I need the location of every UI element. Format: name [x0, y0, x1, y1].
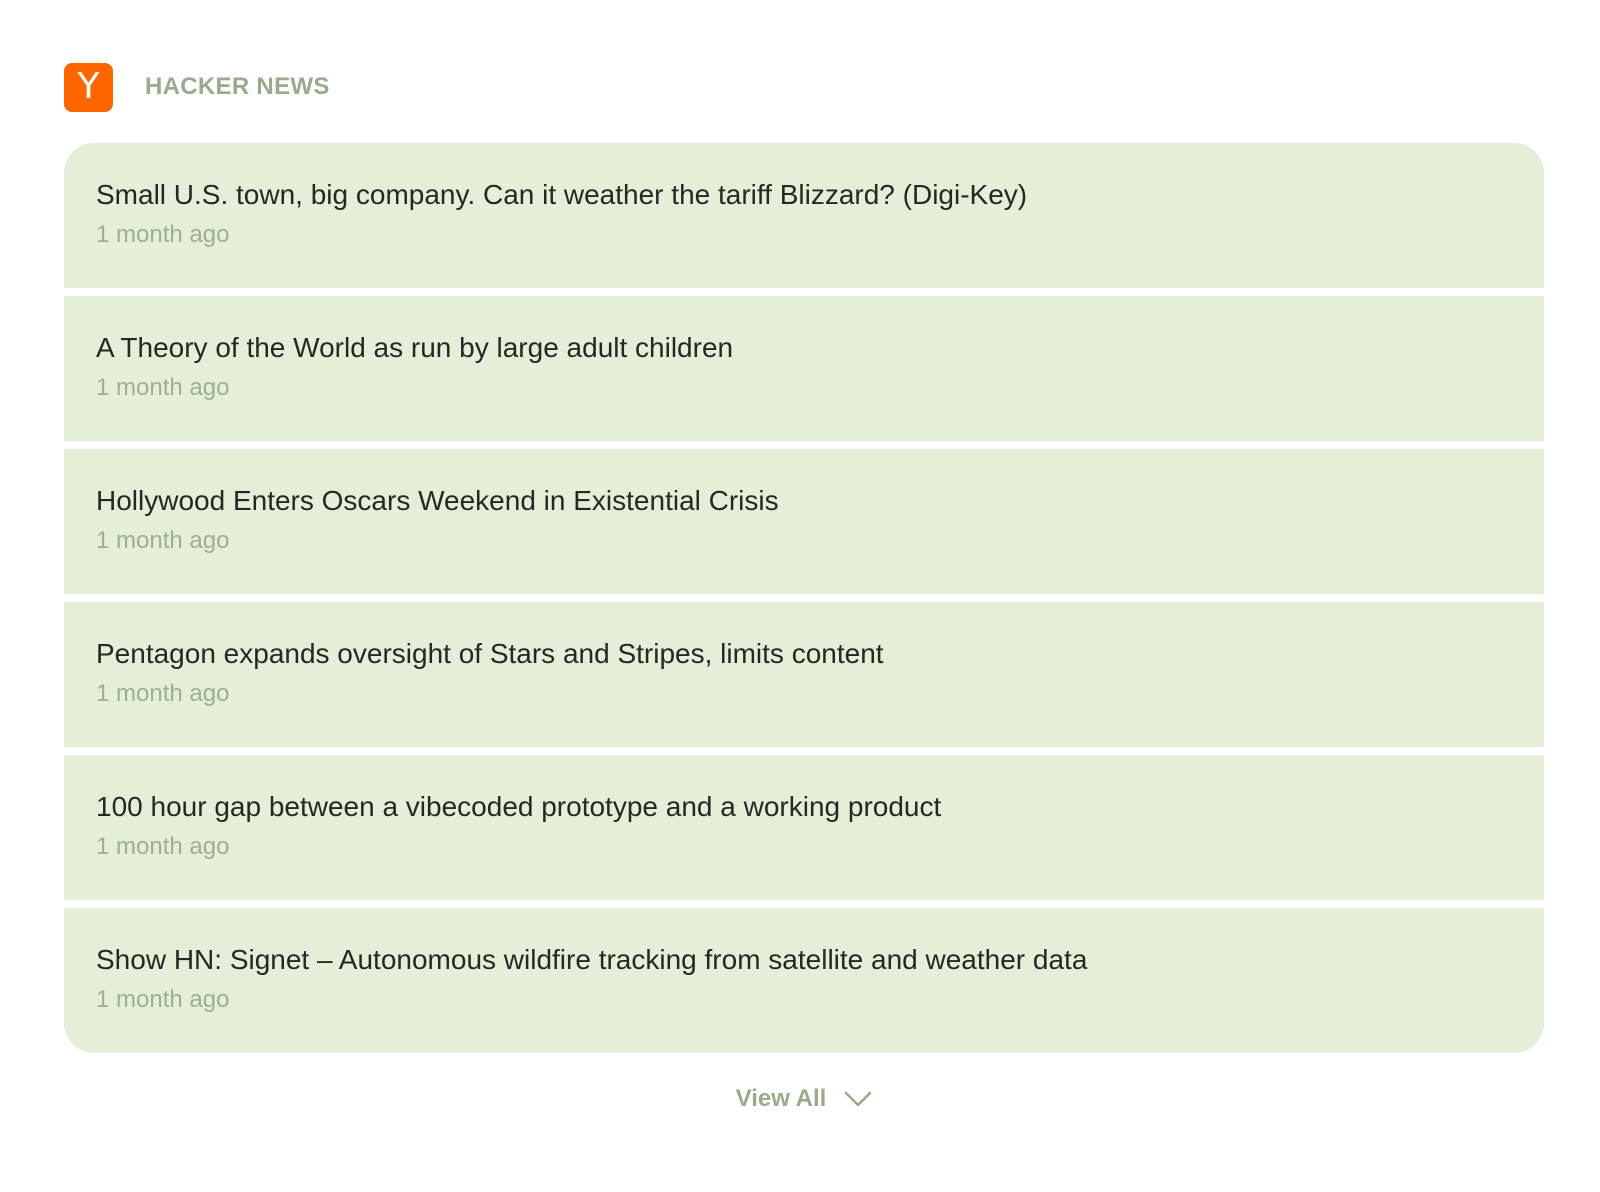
story-item[interactable]: Pentagon expands oversight of Stars and … — [64, 602, 1544, 747]
story-item[interactable]: A Theory of the World as run by large ad… — [64, 296, 1544, 441]
story-title[interactable]: Hollywood Enters Oscars Weekend in Exist… — [96, 483, 1512, 519]
story-title[interactable]: Small U.S. town, big company. Can it wea… — [96, 177, 1512, 213]
chevron-down-icon — [845, 1091, 872, 1107]
story-time: 1 month ago — [96, 221, 230, 248]
hacker-news-logo: Y — [64, 62, 113, 112]
story-time: 1 month ago — [96, 680, 230, 707]
source-title: HACKER NEWS — [145, 73, 330, 100]
widget-footer: View All — [64, 1085, 1544, 1113]
story-time: 1 month ago — [96, 527, 230, 554]
story-title[interactable]: 100 hour gap between a vibecoded prototy… — [96, 789, 1512, 825]
story-time: 1 month ago — [96, 833, 230, 860]
widget-header: Y HACKER NEWS — [64, 62, 1544, 112]
story-time: 1 month ago — [96, 374, 230, 401]
view-all-button[interactable]: View All — [736, 1085, 873, 1113]
story-item[interactable]: Show HN: Signet – Autonomous wildfire tr… — [64, 908, 1544, 1053]
view-all-label: View All — [735, 1085, 827, 1112]
hacker-news-widget: Y HACKER NEWS Small U.S. town, big compa… — [64, 62, 1544, 1113]
story-title[interactable]: A Theory of the World as run by large ad… — [96, 330, 1512, 366]
story-list: Small U.S. town, big company. Can it wea… — [64, 143, 1544, 1053]
story-title[interactable]: Pentagon expands oversight of Stars and … — [96, 636, 1512, 672]
story-item[interactable]: 100 hour gap between a vibecoded prototy… — [64, 755, 1544, 900]
story-time: 1 month ago — [96, 986, 230, 1013]
story-item[interactable]: Hollywood Enters Oscars Weekend in Exist… — [64, 449, 1544, 594]
story-title[interactable]: Show HN: Signet – Autonomous wildfire tr… — [96, 942, 1512, 978]
story-item[interactable]: Small U.S. town, big company. Can it wea… — [64, 143, 1544, 288]
